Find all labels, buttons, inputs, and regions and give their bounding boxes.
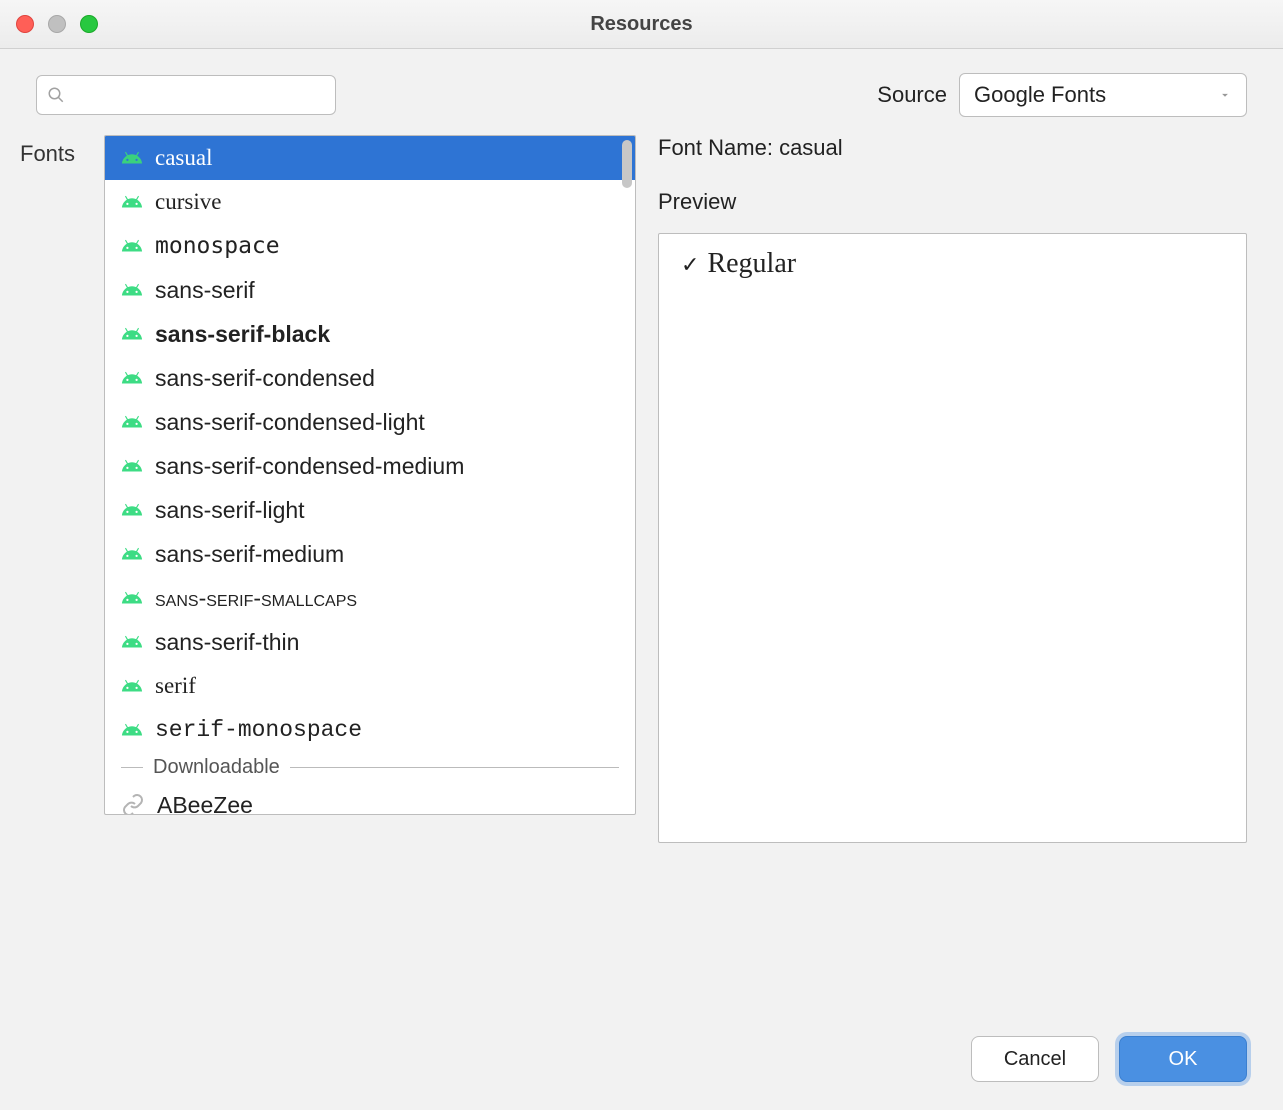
font-row[interactable]: sans-serif-thin	[105, 620, 635, 664]
font-name: sans-serif	[155, 277, 255, 304]
downloadable-separator: Downloadable	[105, 752, 635, 783]
cancel-button[interactable]: Cancel	[971, 1036, 1099, 1082]
font-name-readout: Font Name: casual	[658, 135, 1247, 161]
window-controls	[16, 15, 98, 33]
font-row[interactable]: sans-serif-smallcaps	[105, 576, 635, 620]
minimize-window-icon[interactable]	[48, 15, 66, 33]
android-icon	[121, 235, 143, 257]
font-name: serif	[155, 673, 196, 699]
font-name: casual	[155, 145, 212, 171]
source-label: Source	[877, 82, 947, 108]
android-icon	[121, 719, 143, 741]
zoom-window-icon[interactable]	[80, 15, 98, 33]
android-icon	[121, 631, 143, 653]
fonts-label: Fonts	[20, 135, 86, 1036]
font-name: sans-serif-black	[155, 321, 330, 348]
font-row[interactable]: casual	[105, 136, 635, 180]
font-name: sans-serif-smallcaps	[155, 585, 357, 612]
window-title: Resources	[590, 13, 692, 36]
font-row[interactable]: sans-serif-condensed-medium	[105, 444, 635, 488]
toolbar: Source Google Fonts	[0, 49, 1283, 117]
android-icon	[121, 147, 143, 169]
titlebar: Resources	[0, 0, 1283, 49]
font-row[interactable]: sans-serif	[105, 268, 635, 312]
chevron-down-icon	[1218, 82, 1232, 108]
android-icon	[121, 587, 143, 609]
font-name: sans-serif-condensed	[155, 365, 375, 392]
check-icon: ✓	[681, 252, 699, 277]
font-name: ABeeZee	[157, 792, 253, 815]
link-icon	[121, 793, 145, 814]
android-icon	[121, 367, 143, 389]
font-row[interactable]: sans-serif-medium	[105, 532, 635, 576]
source-select[interactable]: Google Fonts	[959, 73, 1247, 117]
dialog-footer: Cancel OK	[0, 1036, 1283, 1110]
font-row[interactable]: monospace	[105, 224, 635, 268]
source-value: Google Fonts	[974, 82, 1106, 108]
search-icon	[47, 86, 65, 104]
font-name: sans-serif-condensed-medium	[155, 453, 464, 480]
ok-button[interactable]: OK	[1119, 1036, 1247, 1082]
search-input[interactable]	[73, 84, 325, 107]
main-content: Fonts casual cursive monospace sans-seri…	[0, 117, 1283, 1036]
font-row[interactable]: sans-serif-light	[105, 488, 635, 532]
font-name-label: Font Name:	[658, 135, 773, 160]
font-list[interactable]: casual cursive monospace sans-serif sans…	[104, 135, 636, 815]
scrollbar-thumb[interactable]	[622, 140, 632, 188]
font-name: sans-serif-thin	[155, 629, 299, 656]
android-icon	[121, 499, 143, 521]
preview-label: Preview	[658, 189, 1247, 215]
android-icon	[121, 411, 143, 433]
preview-style: Regular	[707, 248, 796, 279]
android-icon	[121, 543, 143, 565]
downloadable-header: Downloadable	[153, 756, 280, 779]
preview-box: ✓ Regular	[658, 233, 1247, 843]
font-name: serif-monospace	[155, 717, 362, 743]
font-name: sans-serif-light	[155, 497, 305, 524]
font-row[interactable]: serif-monospace	[105, 708, 635, 752]
font-name: sans-serif-medium	[155, 541, 344, 568]
android-icon	[121, 455, 143, 477]
android-icon	[121, 191, 143, 213]
font-name-value: casual	[779, 135, 843, 160]
android-icon	[121, 279, 143, 301]
font-row[interactable]: serif	[105, 664, 635, 708]
font-row[interactable]: ABeeZee	[105, 783, 635, 814]
font-row[interactable]: sans-serif-black	[105, 312, 635, 356]
font-row[interactable]: sans-serif-condensed	[105, 356, 635, 400]
source-chooser: Source Google Fonts	[877, 73, 1247, 117]
android-icon	[121, 675, 143, 697]
right-column: Font Name: casual Preview ✓ Regular	[658, 135, 1247, 1036]
android-icon	[121, 323, 143, 345]
font-row[interactable]: cursive	[105, 180, 635, 224]
close-window-icon[interactable]	[16, 15, 34, 33]
font-name: sans-serif-condensed-light	[155, 409, 425, 436]
search-field[interactable]	[36, 75, 336, 115]
left-column: Fonts casual cursive monospace sans-seri…	[20, 135, 636, 1036]
font-name: cursive	[155, 189, 221, 215]
font-row[interactable]: sans-serif-condensed-light	[105, 400, 635, 444]
font-name: monospace	[155, 233, 280, 259]
